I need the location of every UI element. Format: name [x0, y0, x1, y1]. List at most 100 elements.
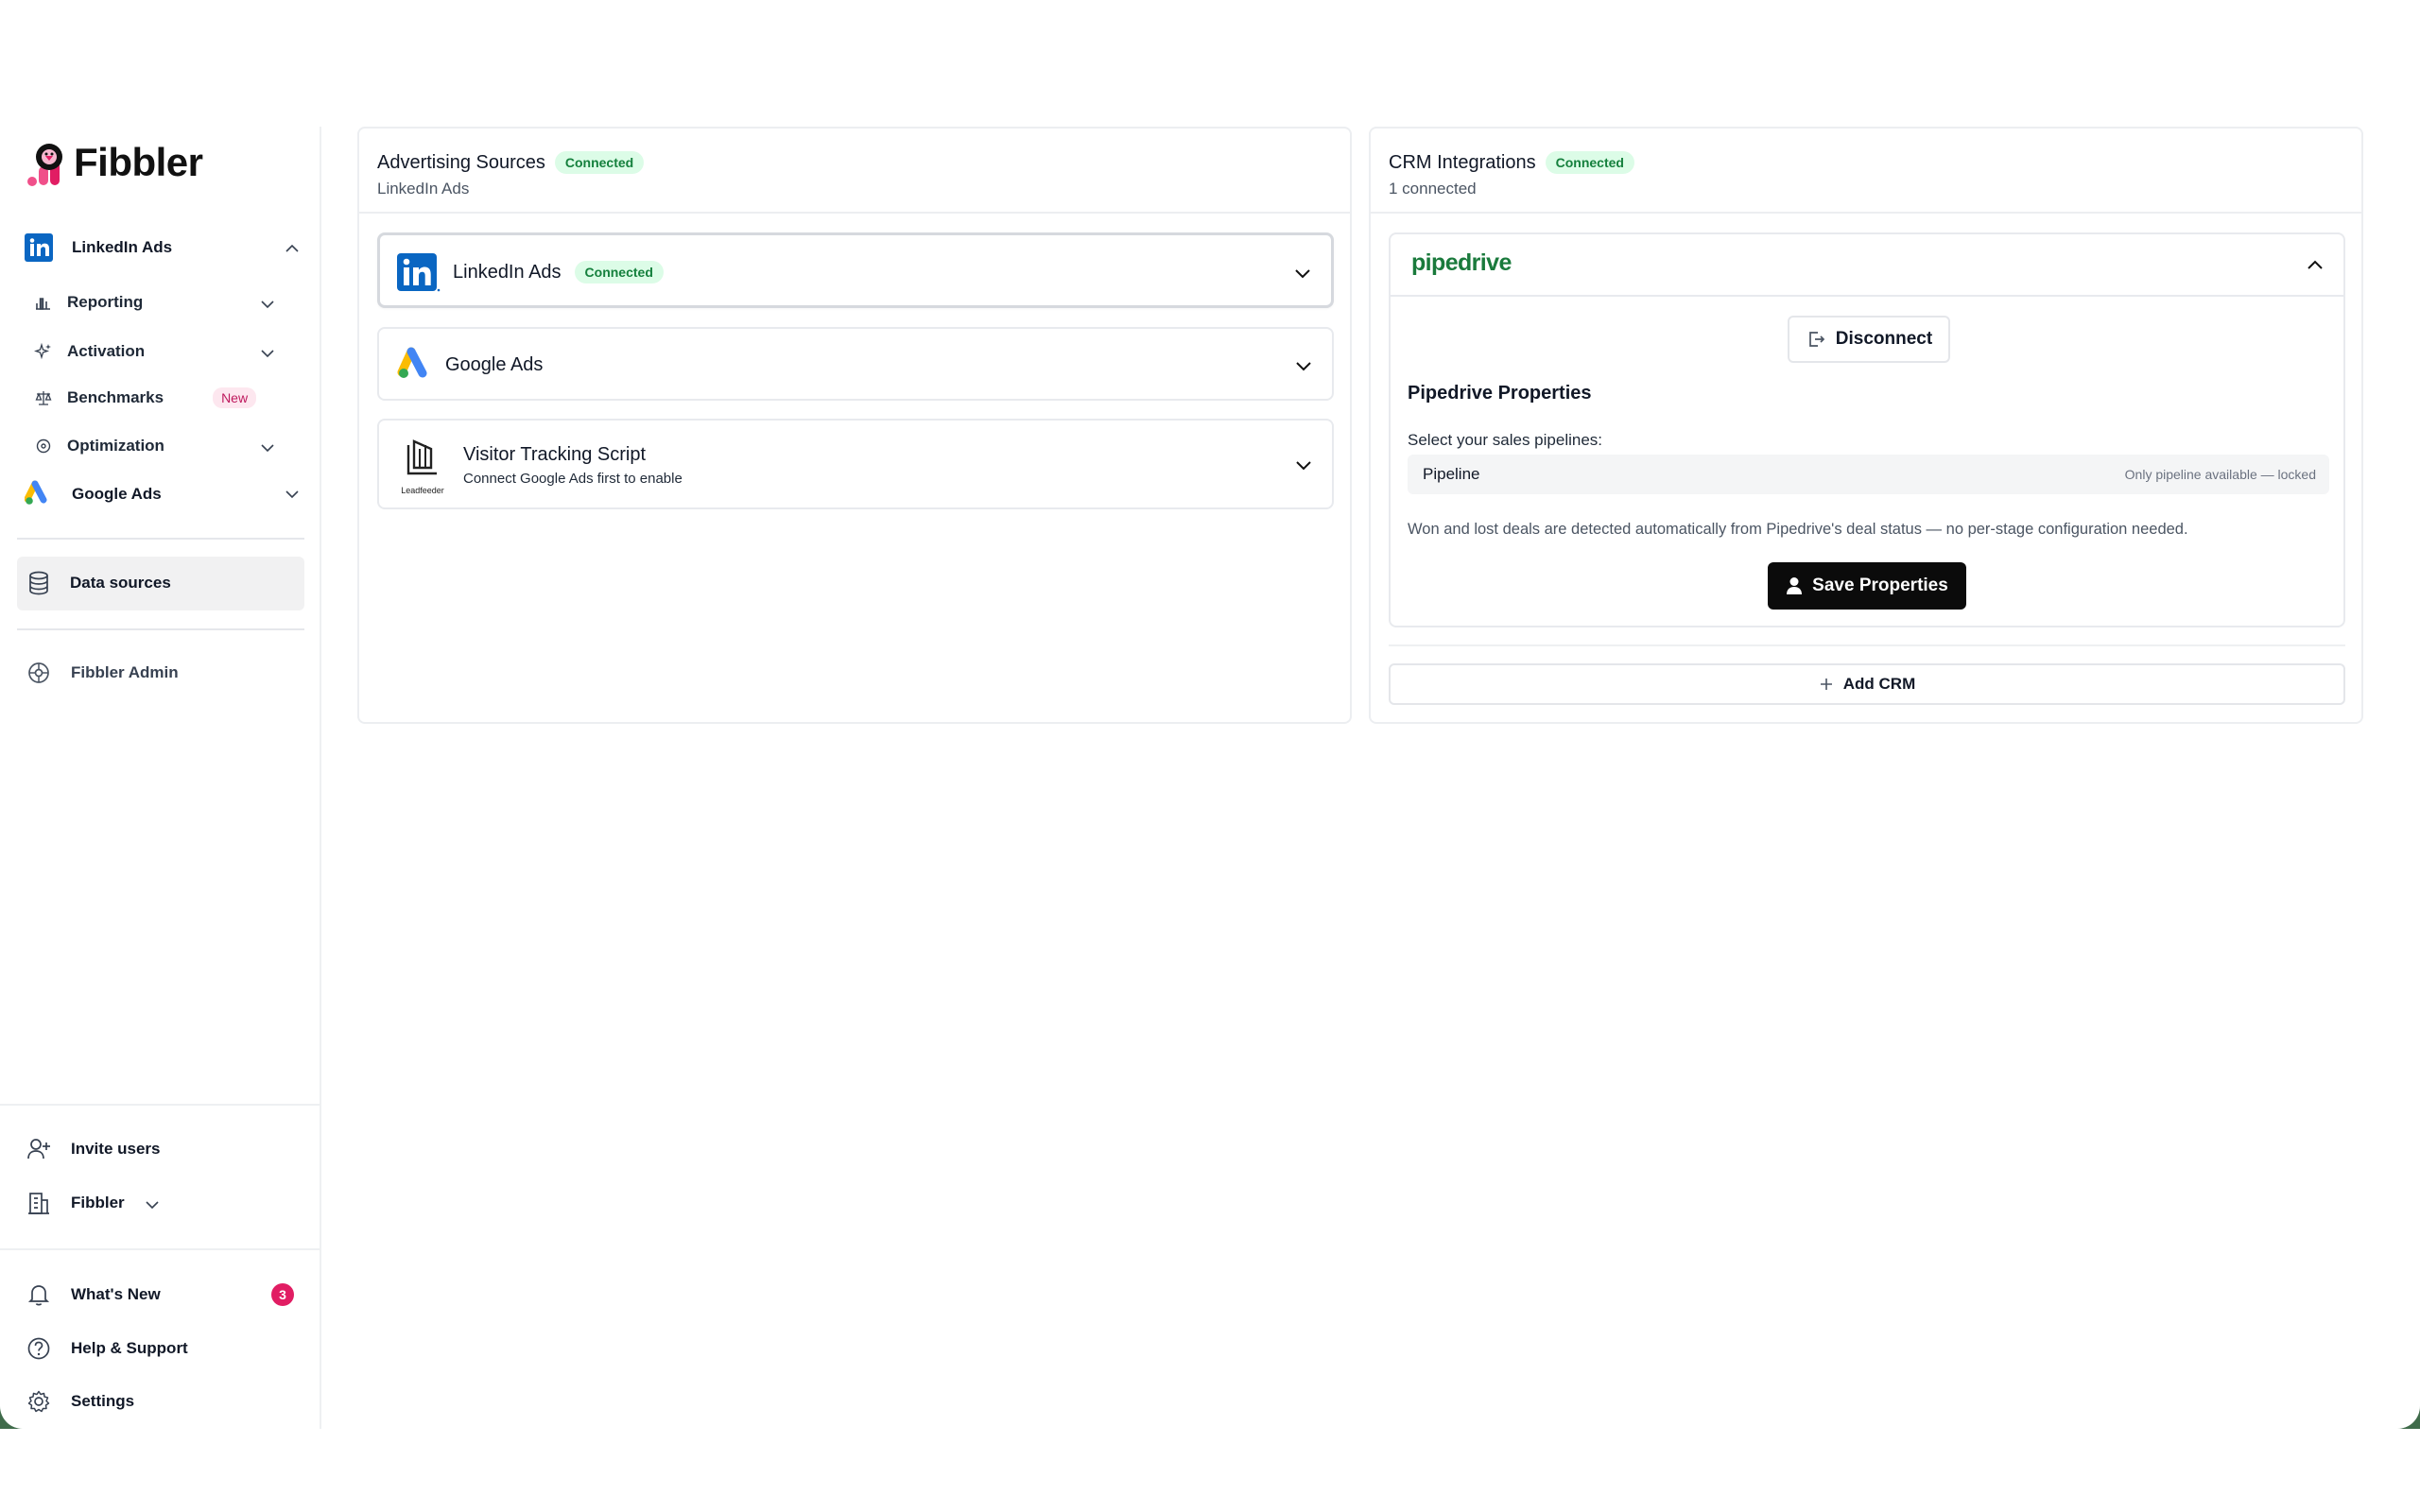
section-divider	[1389, 644, 2345, 646]
nav-google-ads[interactable]: Google Ads	[25, 480, 162, 508]
admin-gear-icon	[28, 662, 49, 683]
scale-icon	[35, 391, 52, 405]
nav-data-sources-label: Data sources	[70, 574, 171, 592]
nav-data-sources[interactable]: Data sources	[26, 570, 171, 596]
fibbler-logo-icon	[27, 144, 62, 186]
plus-icon	[1820, 679, 1832, 690]
app-window: Fibbler LinkedIn Ads Reporting Activatio…	[0, 0, 2420, 1429]
user-plus-icon	[27, 1139, 50, 1160]
sidebar-divider	[17, 628, 304, 630]
building-icon	[28, 1193, 49, 1214]
nav-whats-new[interactable]: What's New	[26, 1282, 161, 1307]
save-properties-label: Save Properties	[1812, 576, 1948, 595]
advertising-sources-card: Advertising Sources Connected LinkedIn A…	[357, 127, 1352, 724]
info-text: Won and lost deals are detected automati…	[1408, 521, 2188, 538]
nav-benchmarks[interactable]: Benchmarks New	[34, 387, 257, 408]
nav-help-support-label: Help & Support	[71, 1339, 188, 1357]
nav-google-ads-label: Google Ads	[72, 485, 162, 503]
chevron-down-icon[interactable]	[260, 297, 275, 312]
card-title: CRM Integrations	[1389, 151, 1536, 173]
google-ads-icon	[25, 480, 47, 505]
source-description: Connect Google Ads first to enable	[463, 471, 683, 487]
crm-integrations-card: CRM Integrations Connected 1 connected p…	[1369, 127, 2363, 724]
database-icon	[29, 571, 48, 595]
disconnect-label: Disconnect	[1835, 329, 1933, 349]
user-icon	[1787, 577, 1803, 594]
nav-linkedin-ads[interactable]: LinkedIn Ads	[25, 233, 172, 262]
notification-count-badge: 3	[271, 1283, 294, 1306]
nav-invite-users-label: Invite users	[71, 1140, 161, 1158]
nav-fibbler-admin[interactable]: Fibbler Admin	[26, 661, 179, 685]
nav-whats-new-label: What's New	[71, 1285, 161, 1303]
pipedrive-logo: pipedrive	[1411, 249, 1512, 276]
source-name: Google Ads	[445, 354, 544, 375]
brand-logo[interactable]: Fibbler	[25, 138, 203, 187]
leadfeeder-icon	[406, 439, 437, 475]
nav-fibbler-admin-label: Fibbler Admin	[71, 663, 179, 681]
card-header: CRM Integrations Connected 1 connected	[1371, 129, 2361, 214]
logout-icon	[1808, 332, 1824, 347]
google-ads-icon	[397, 347, 427, 378]
card-header: Advertising Sources Connected LinkedIn A…	[359, 129, 1350, 214]
status-badge: Connected	[1545, 151, 1634, 174]
properties-title: Pipedrive Properties	[1408, 383, 1592, 404]
nav-linkedin-ads-label: LinkedIn Ads	[72, 238, 173, 256]
workspace-name: Fibbler	[71, 1194, 125, 1211]
pipeline-lock-note: Only pipeline available — locked	[2124, 467, 2316, 482]
status-badge: Connected	[574, 261, 664, 284]
source-linkedin-ads[interactable]: LinkedIn Ads Connected	[377, 232, 1334, 308]
help-circle-icon	[27, 1337, 50, 1360]
chevron-down-icon[interactable]	[1294, 356, 1313, 375]
gear-icon	[27, 1390, 50, 1413]
card-subtitle: 1 connected	[1389, 180, 1477, 198]
nav-help-support[interactable]: Help & Support	[26, 1336, 188, 1361]
nav-reporting-label: Reporting	[67, 293, 144, 311]
target-icon	[36, 438, 51, 454]
source-google-ads[interactable]: Google Ads	[377, 327, 1334, 401]
chevron-down-icon[interactable]	[260, 346, 275, 361]
sparkles-icon	[34, 342, 51, 360]
bell-icon	[27, 1285, 50, 1306]
nav-optimization-label: Optimization	[67, 437, 164, 455]
leadfeeder-caption: Leadfeeder	[401, 486, 444, 495]
chevron-down-icon[interactable]	[1293, 264, 1312, 283]
chevron-down-icon[interactable]	[260, 440, 275, 455]
add-crm-label: Add CRM	[1842, 675, 1916, 693]
new-badge: New	[213, 387, 257, 408]
sidebar-divider	[0, 1104, 321, 1106]
desktop-background	[0, 1429, 2420, 1512]
nav-settings-label: Settings	[71, 1392, 135, 1410]
pipeline-select[interactable]: Pipeline Only pipeline available — locke…	[1408, 455, 2329, 494]
brand-name: Fibbler	[74, 140, 203, 184]
nav-activation[interactable]: Activation	[34, 342, 145, 361]
pipeline-value: Pipeline	[1423, 465, 1480, 483]
nav-reporting[interactable]: Reporting	[34, 293, 143, 312]
bar-chart-icon	[36, 298, 50, 310]
sidebar-divider	[0, 1248, 321, 1250]
pipelines-label: Select your sales pipelines:	[1408, 431, 1603, 449]
chevron-up-icon[interactable]	[285, 241, 300, 256]
nav-activation-label: Activation	[67, 342, 146, 360]
source-name: Visitor Tracking Script	[463, 444, 647, 465]
card-subtitle: LinkedIn Ads	[377, 180, 470, 198]
linkedin-icon	[397, 253, 441, 292]
add-crm-button[interactable]: Add CRM	[1389, 663, 2345, 705]
nav-optimization[interactable]: Optimization	[34, 437, 164, 455]
card-title: Advertising Sources	[377, 151, 545, 173]
chevron-down-icon[interactable]	[1294, 455, 1313, 474]
sidebar-divider	[17, 538, 304, 540]
pipedrive-header[interactable]: pipedrive	[1391, 234, 2343, 297]
nav-settings[interactable]: Settings	[26, 1389, 134, 1414]
save-properties-button[interactable]: Save Properties	[1768, 562, 1966, 610]
sidebar	[0, 127, 321, 1429]
workspace-switcher[interactable]: Fibbler	[26, 1191, 125, 1215]
pipedrive-panel: pipedrive Disconnect Pipedrive Propertie…	[1389, 232, 2345, 627]
status-badge: Connected	[554, 151, 645, 174]
disconnect-button[interactable]: Disconnect	[1788, 316, 1950, 363]
chevron-down-icon[interactable]	[145, 1197, 160, 1212]
chevron-down-icon[interactable]	[285, 487, 300, 502]
nav-invite-users[interactable]: Invite users	[26, 1137, 161, 1161]
chevron-up-icon[interactable]	[2306, 256, 2325, 275]
source-visitor-tracking[interactable]: Leadfeeder Visitor Tracking Script Conne…	[377, 419, 1334, 509]
linkedin-icon	[25, 233, 53, 262]
